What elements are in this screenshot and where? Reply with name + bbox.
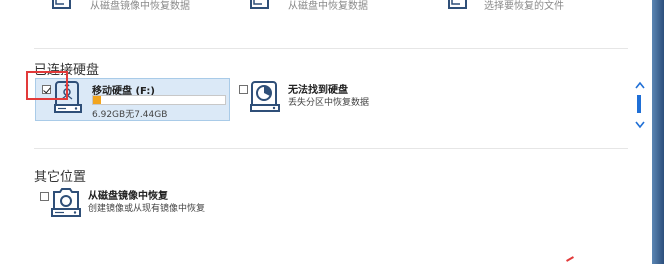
top-item-label: 从磁盘镜像中恢复数据: [90, 1, 190, 12]
drive-usage-bar: [92, 95, 226, 105]
top-item-label: 选择要恢复的文件: [484, 1, 564, 12]
missing-checkbox[interactable]: [239, 85, 248, 94]
image-restore-checkbox[interactable]: [40, 192, 49, 201]
section-title-other: 其它位置: [34, 170, 87, 185]
divider: [34, 48, 628, 49]
top-item-label: 从磁盘中恢复数据: [288, 1, 368, 12]
chevron-up-icon[interactable]: [634, 80, 646, 92]
image-restore-subtitle: 创建镜像或从现有镜像中恢复: [88, 204, 206, 214]
corner-mark: [566, 256, 574, 262]
top-item-2[interactable]: 从磁盘中恢复数据: [248, 0, 398, 18]
divider: [34, 148, 628, 149]
chevron-down-icon[interactable]: [634, 118, 646, 130]
missing-subtitle: 丢失分区中恢复数据: [288, 98, 370, 108]
image-restore-item[interactable]: 从磁盘镜像中恢复 创建镜像或从现有镜像中恢复: [36, 184, 256, 224]
drive-usage-text: 6.92GB无7.44GB: [92, 110, 168, 120]
missing-drive-item[interactable]: 无法找到硬盘 丢失分区中恢复数据: [236, 78, 426, 118]
missing-title: 无法找到硬盘: [288, 85, 348, 96]
scrollbar-thumb[interactable]: [637, 95, 641, 113]
top-item-3[interactable]: 选择要恢复的文件: [446, 0, 616, 18]
highlight-box: [26, 71, 68, 100]
drive-usage-fill: [93, 96, 101, 104]
document-icon: [448, 0, 467, 9]
window-edge: [652, 0, 664, 264]
document-icon: [52, 0, 71, 9]
image-restore-title: 从磁盘镜像中恢复: [88, 191, 168, 202]
pie-drive-icon: [250, 81, 280, 112]
camera-drive-icon: [51, 188, 81, 217]
top-item-1[interactable]: 从磁盘镜像中恢复数据: [50, 0, 200, 18]
document-icon: [250, 0, 269, 9]
